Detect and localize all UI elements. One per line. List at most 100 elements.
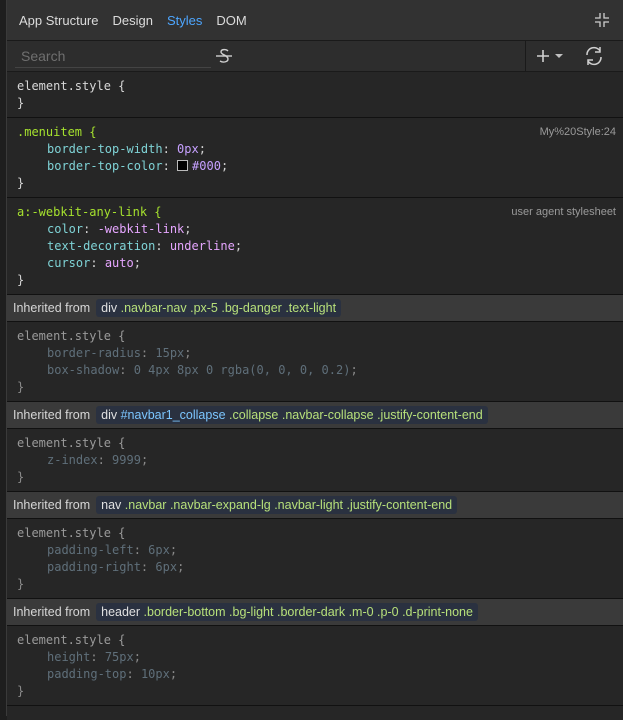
rule-close: }	[17, 380, 25, 394]
rule-selector: element.style {	[17, 436, 126, 450]
rule-selector: element.style {	[17, 633, 126, 647]
inherited-label: Inherited from	[13, 605, 91, 619]
color-swatch[interactable]	[177, 160, 189, 171]
css-value: underline	[169, 239, 235, 253]
css-property: border-radius	[47, 346, 141, 360]
css-declaration: border-radius: 15px;	[47, 346, 192, 360]
element-tag: nav	[101, 498, 122, 512]
rule-close: }	[17, 470, 25, 484]
css-rule[interactable]: element.style { border-radius: 15px; box…	[7, 322, 623, 402]
inherited-element-chip[interactable]: div .navbar-nav .px-5 .bg-danger .text-l…	[96, 299, 342, 317]
strikethrough-icon[interactable]	[213, 46, 235, 66]
element-class: .bg-light	[229, 605, 274, 619]
css-declaration: padding-left: 6px;	[47, 543, 178, 557]
add-rule-button[interactable]	[525, 41, 574, 71]
inherited-header: Inherited from header .border-bottom .bg…	[7, 599, 623, 626]
element-class: .p-0	[377, 605, 399, 619]
inherited-header: Inherited from div #navbar1_collapse .co…	[7, 402, 623, 429]
css-property: color	[47, 222, 84, 236]
element-class: .text-light	[285, 301, 337, 315]
inherited-label: Inherited from	[13, 408, 91, 422]
rule-selector: element.style {	[17, 329, 126, 343]
css-property: padding-top	[47, 667, 127, 681]
element-class: .navbar-collapse	[281, 408, 374, 422]
element-class: .justify-content-end	[377, 408, 483, 422]
rule-selector: .menuitem {	[17, 125, 97, 139]
css-value: -webkit-link	[97, 222, 185, 236]
inherited-header: Inherited from nav .navbar .navbar-expan…	[7, 492, 623, 519]
inherited-label: Inherited from	[13, 498, 91, 512]
css-property: padding-right	[47, 560, 141, 574]
element-class: .border-dark	[276, 605, 346, 619]
element-class: .bg-danger	[221, 301, 282, 315]
css-rule[interactable]: element.style { }	[7, 72, 623, 118]
element-class: .navbar-expand-lg	[169, 498, 271, 512]
tab-design[interactable]: Design	[113, 13, 153, 28]
panel-footer	[7, 706, 623, 720]
css-property: border-top-color	[47, 159, 163, 173]
rule-close: }	[17, 577, 25, 591]
css-property: z-index	[47, 453, 98, 467]
css-property: cursor	[47, 256, 91, 270]
rule-close: }	[17, 273, 25, 287]
inherited-header: Inherited from div .navbar-nav .px-5 .bg…	[7, 295, 623, 322]
css-rule[interactable]: My%20Style:24 .menuitem { border-top-wid…	[7, 118, 623, 198]
css-rule[interactable]: element.style { z-index: 9999; }	[7, 429, 623, 492]
element-class: .m-0	[348, 605, 374, 619]
css-declaration: padding-right: 6px;	[47, 560, 185, 574]
rule-source[interactable]: My%20Style:24	[540, 124, 616, 141]
tab-app-structure[interactable]: App Structure	[19, 13, 99, 28]
element-class: .px-5	[190, 301, 218, 315]
rule-selector: element.style {	[17, 79, 126, 93]
inherited-label: Inherited from	[13, 301, 91, 315]
rule-selector: element.style {	[17, 526, 126, 540]
element-tag: div	[101, 408, 118, 422]
css-value: auto	[104, 256, 134, 270]
element-class: .collapse	[229, 408, 279, 422]
css-value: 6px	[155, 560, 178, 574]
collapse-icon[interactable]	[594, 12, 610, 28]
inherited-element-chip[interactable]: header .border-bottom .bg-light .border-…	[96, 603, 478, 621]
tab-styles[interactable]: Styles	[167, 13, 202, 28]
css-property: height	[47, 650, 91, 664]
tab-dom[interactable]: DOM	[216, 13, 246, 28]
inherited-element-chip[interactable]: div #navbar1_collapse .collapse .navbar-…	[96, 406, 488, 424]
inherited-element-chip[interactable]: nav .navbar .navbar-expand-lg .navbar-li…	[96, 496, 458, 514]
element-class: .justify-content-end	[346, 498, 453, 512]
refresh-icon[interactable]	[583, 45, 605, 67]
element-tag: div	[101, 301, 118, 315]
css-rule[interactable]: element.style { padding-left: 6px; paddi…	[7, 519, 623, 599]
css-declaration: color: -webkit-link;	[47, 222, 192, 236]
css-value: 0px	[177, 142, 199, 156]
css-value: 9999	[112, 453, 141, 467]
element-id: #navbar1_collapse	[120, 408, 226, 422]
css-declaration: text-decoration: underline;	[47, 239, 243, 253]
css-value: 10px	[140, 667, 170, 681]
css-property: padding-left	[47, 543, 134, 557]
rule-close: }	[17, 684, 25, 698]
element-tag: header	[101, 605, 141, 619]
css-property: border-top-width	[47, 142, 163, 156]
plus-icon	[537, 50, 549, 62]
tab-bar: App Structure Design Styles DOM	[7, 0, 623, 41]
css-rule[interactable]: user agent stylesheet a:-webkit-any-link…	[7, 198, 623, 295]
css-declaration: box-shadow: 0 4px 8px 0 rgba(0, 0, 0, 0.…	[47, 363, 358, 377]
element-class: .navbar-light	[274, 498, 343, 512]
element-class: .border-bottom	[143, 605, 226, 619]
css-value: 75px	[104, 650, 134, 664]
css-value: 15px	[155, 346, 185, 360]
css-declaration: padding-top: 10px;	[47, 667, 178, 681]
style-toolbar	[7, 41, 623, 72]
css-value: 6px	[148, 543, 170, 557]
css-value: 0 4px 8px 0 rgba(0, 0, 0, 0.2)	[133, 363, 351, 377]
element-class: .navbar	[124, 498, 167, 512]
css-rule[interactable]: element.style { height: 75px; padding-to…	[7, 626, 623, 706]
styles-panel: App Structure Design Styles DOM Search e…	[6, 0, 623, 720]
search-input[interactable]	[15, 44, 211, 68]
rule-close: }	[17, 96, 25, 110]
css-property: text-decoration	[47, 239, 156, 253]
css-declaration[interactable]: border-top-color: #000;	[17, 158, 623, 175]
element-class: .navbar-nav	[120, 301, 187, 315]
css-value: #000	[192, 159, 221, 173]
css-declaration[interactable]: border-top-width: 0px;	[17, 141, 623, 158]
